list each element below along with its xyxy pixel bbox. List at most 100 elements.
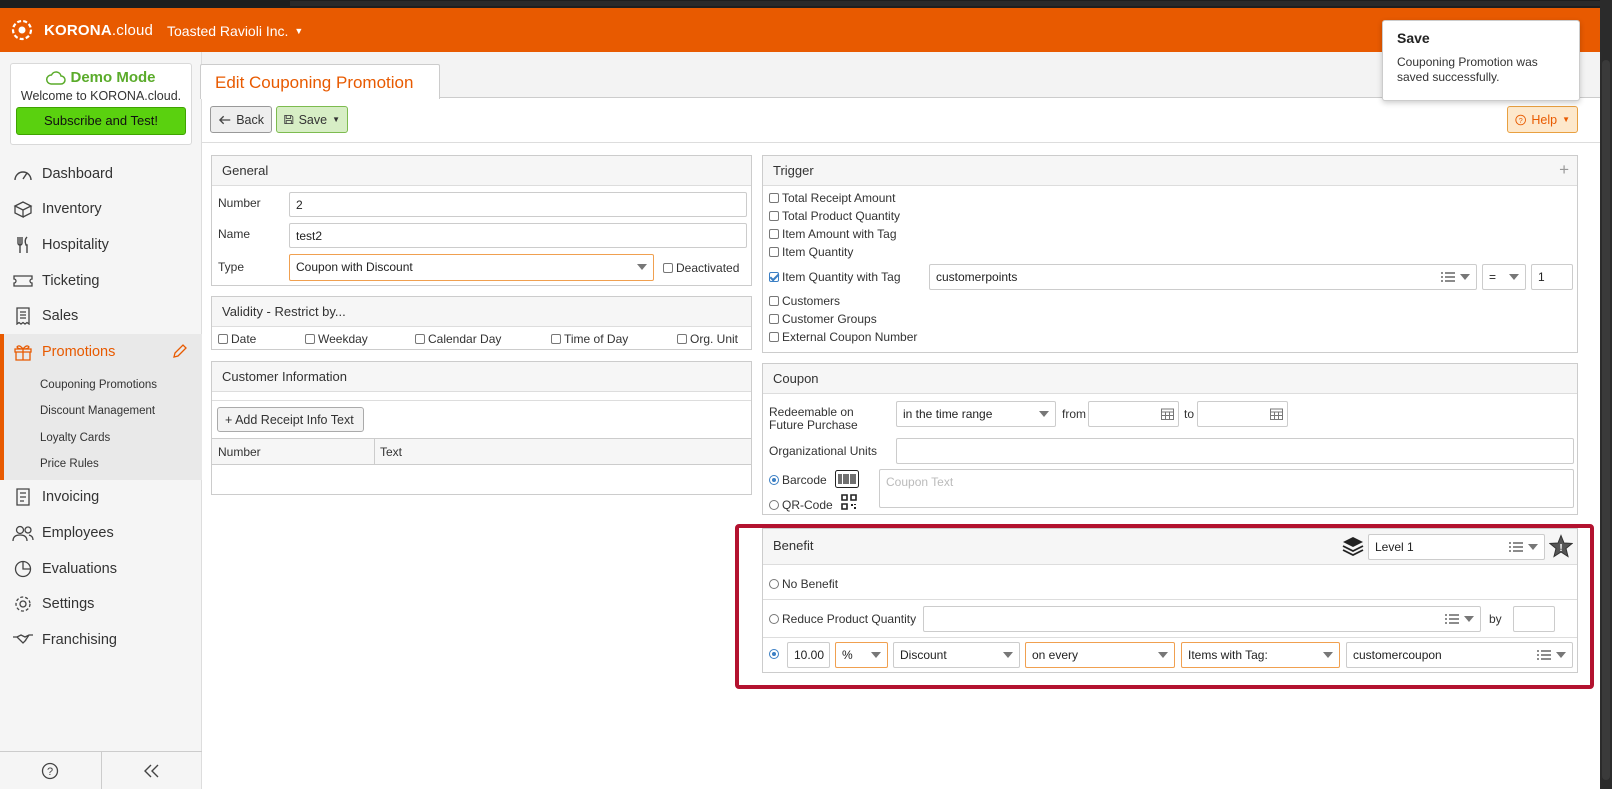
discount-benefit-radio[interactable]: [769, 649, 779, 659]
trigger-title: Trigger: [773, 163, 814, 178]
trigger-quantity-input[interactable]: 1: [1531, 264, 1573, 290]
nav-promotions[interactable]: Promotions: [0, 333, 202, 370]
demo-mode-label: Demo Mode: [70, 69, 156, 86]
name-input[interactable]: test2: [289, 223, 747, 248]
benefit-level-value: Level 1: [1375, 540, 1414, 554]
org-units-label: Organizational Units: [769, 444, 878, 458]
nav-dashboard[interactable]: Dashboard: [0, 156, 202, 192]
pencil-icon[interactable]: [172, 343, 188, 363]
benefit-tag-value: customercoupon: [1353, 648, 1442, 662]
calendar-icon[interactable]: [1161, 408, 1174, 420]
benefit-target-select[interactable]: Items with Tag:: [1181, 642, 1340, 668]
company-name: Toasted Ravioli Inc.: [167, 23, 289, 39]
collapse-sidebar-icon[interactable]: [102, 752, 203, 789]
benefit-kind-select[interactable]: Discount: [893, 642, 1020, 668]
plus-icon[interactable]: +: [1559, 160, 1569, 180]
layers-icon[interactable]: [1342, 535, 1364, 557]
reduce-product-quantity-radio[interactable]: Reduce Product Quantity: [769, 612, 916, 626]
trigger-item-amount-with-tag-label: Item Amount with Tag: [782, 227, 897, 241]
korona-logo[interactable]: KORONA.cloud: [8, 18, 153, 42]
nav-sales[interactable]: Sales: [0, 298, 202, 334]
benefit-level-select[interactable]: Level 1: [1368, 534, 1545, 560]
trigger-operator-select[interactable]: =: [1482, 264, 1526, 290]
subnav-couponing-promotions[interactable]: Couponing Promotions: [40, 372, 202, 399]
nav-employees[interactable]: Employees: [0, 515, 202, 551]
benefit-amount-input[interactable]: 10.00: [787, 642, 830, 668]
trigger-tag-select[interactable]: customerpoints: [929, 264, 1477, 290]
scrollbar-thumb[interactable]: [1602, 60, 1610, 780]
save-button[interactable]: Save ▼: [276, 106, 348, 133]
validity-time-of-day-checkbox[interactable]: Time of Day: [551, 332, 628, 346]
validity-org-unit-checkbox[interactable]: Org. Unit: [677, 332, 738, 346]
subnav-loyalty-cards[interactable]: Loyalty Cards: [40, 425, 202, 452]
redeemable-value: in the time range: [903, 407, 993, 421]
subnav-discount-management[interactable]: Discount Management: [40, 398, 202, 425]
from-label: from: [1062, 407, 1086, 421]
nav-settings[interactable]: Settings: [0, 586, 202, 622]
col-number[interactable]: Number: [218, 445, 261, 459]
coupon-text-input[interactable]: Coupon Text: [879, 469, 1574, 508]
promotions-subnav: Couponing Promotions Discount Management…: [0, 369, 202, 480]
from-date-input[interactable]: [1088, 401, 1179, 427]
company-selector[interactable]: Toasted Ravioli Inc. ▼: [167, 23, 303, 39]
deactivated-checkbox[interactable]: Deactivated: [663, 261, 739, 275]
reduce-product-select[interactable]: [923, 606, 1481, 632]
redeemable-select[interactable]: in the time range: [896, 401, 1056, 427]
trigger-tag-value: customerpoints: [936, 270, 1018, 284]
trigger-item-amount-with-tag[interactable]: Item Amount with Tag: [769, 227, 897, 241]
save-label: Save: [298, 112, 328, 127]
subnav-price-rules[interactable]: Price Rules: [40, 451, 202, 478]
nav-evaluations[interactable]: Evaluations: [0, 551, 202, 587]
star-alert-icon[interactable]: !: [1549, 534, 1573, 558]
trigger-total-receipt-amount[interactable]: Total Receipt Amount: [769, 191, 895, 205]
subscribe-button[interactable]: Subscribe and Test!: [16, 107, 186, 135]
col-text[interactable]: Text: [380, 445, 402, 459]
nav-invoicing-label: Invoicing: [42, 489, 100, 506]
nav-invoicing[interactable]: Invoicing: [0, 480, 202, 516]
coupon-header: Coupon: [763, 364, 1577, 394]
save-toast[interactable]: Save Couponing Promotion was saved succe…: [1382, 20, 1580, 101]
page-title[interactable]: Edit Couponing Promotion: [200, 64, 440, 99]
org-units-input[interactable]: [896, 438, 1574, 464]
trigger-customer-groups[interactable]: Customer Groups: [769, 312, 877, 326]
benefit-scope-select[interactable]: on every: [1025, 642, 1175, 668]
benefit-tag-select[interactable]: customercoupon: [1346, 642, 1573, 668]
qr-code-icon: [841, 494, 857, 510]
to-date-input[interactable]: [1197, 401, 1288, 427]
trigger-item-quantity-with-tag[interactable]: Item Quantity with Tag: [769, 270, 901, 284]
gift-icon: [12, 342, 34, 362]
nav-franchising[interactable]: Franchising: [0, 622, 202, 658]
trigger-customers[interactable]: Customers: [769, 294, 840, 308]
help-circle-icon[interactable]: ?: [0, 752, 102, 789]
no-benefit-radio[interactable]: No Benefit: [769, 577, 838, 591]
benefit-kind-value: Discount: [900, 648, 947, 662]
help-button[interactable]: ? Help ▼: [1507, 106, 1578, 133]
nav-inventory[interactable]: Inventory: [0, 192, 202, 228]
qrcode-radio[interactable]: QR-Code: [769, 498, 833, 512]
caret-down-icon: ▼: [1562, 115, 1570, 124]
nav-ticketing[interactable]: Ticketing: [0, 263, 202, 299]
add-receipt-info-button[interactable]: + Add Receipt Info Text: [217, 407, 364, 432]
caret-down-icon: ▼: [294, 26, 304, 36]
reduce-by-input[interactable]: [1513, 606, 1555, 632]
barcode-radio[interactable]: Barcode: [769, 473, 827, 487]
validity-calendar-day-checkbox[interactable]: Calendar Day: [415, 332, 501, 346]
trigger-total-product-quantity[interactable]: Total Product Quantity: [769, 209, 900, 223]
trigger-external-coupon-number[interactable]: External Coupon Number: [769, 330, 917, 344]
validity-weekday-checkbox[interactable]: Weekday: [305, 332, 368, 346]
arrow-left-icon: [218, 115, 231, 124]
trigger-customer-groups-label: Customer Groups: [782, 312, 877, 326]
nav-hospitality[interactable]: Hospitality: [0, 227, 202, 263]
benefit-unit-select[interactable]: %: [835, 642, 888, 668]
general-panel: General Number 2 Name test2 Type Coupon …: [211, 155, 752, 286]
validity-date-checkbox[interactable]: Date: [218, 332, 256, 346]
type-select[interactable]: Coupon with Discount: [289, 254, 654, 281]
number-input[interactable]: 2: [289, 192, 747, 217]
floppy-icon: [284, 115, 294, 124]
coupon-panel: Coupon Redeemable on Future Purchase in …: [762, 363, 1578, 515]
trigger-item-quantity[interactable]: Item Quantity: [769, 245, 853, 259]
back-button[interactable]: Back: [210, 106, 272, 133]
caret-down-icon: ▼: [332, 115, 340, 124]
calendar-icon[interactable]: [1270, 408, 1283, 420]
chevron-down-icon: [1003, 652, 1013, 658]
